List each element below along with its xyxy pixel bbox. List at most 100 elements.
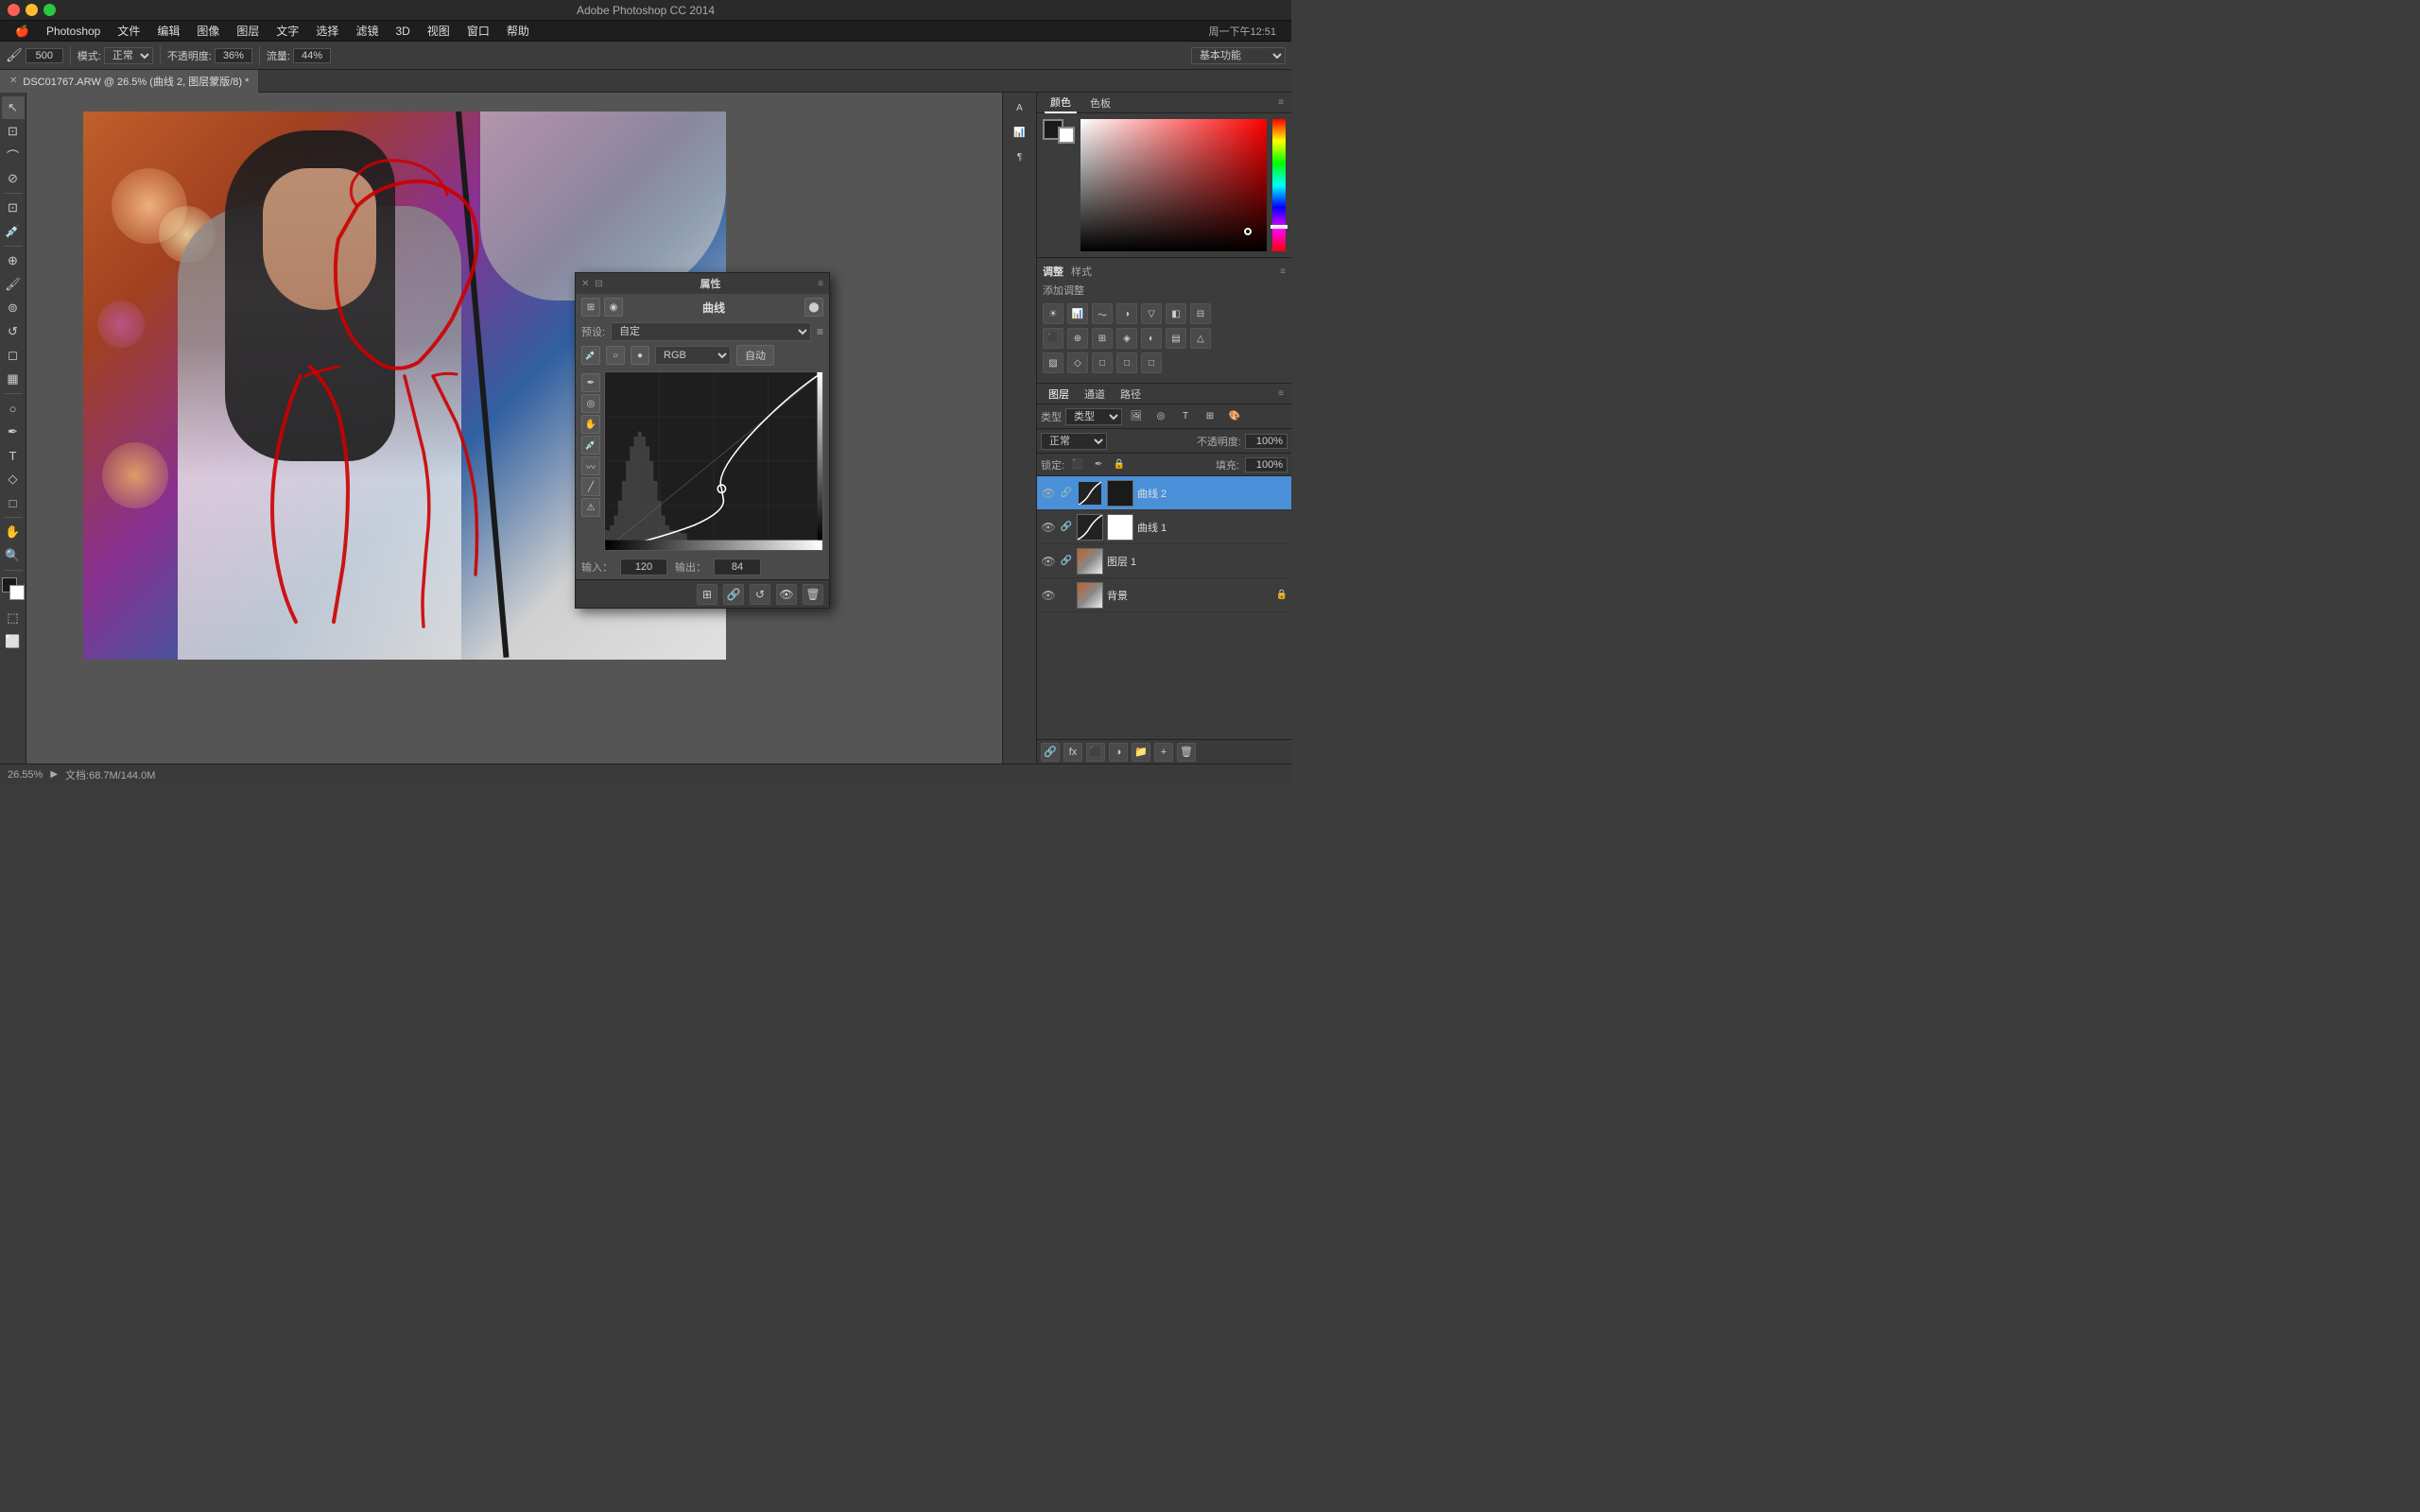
eraser-tool[interactable]: ◻	[2, 344, 25, 367]
dialog-options-icon[interactable]: ≡	[818, 279, 823, 289]
dialog-close-icon[interactable]: ✕	[581, 279, 589, 289]
adj-icon-extra2[interactable]: □	[1116, 352, 1137, 373]
zoom-info-icon[interactable]: ▶	[50, 769, 58, 780]
menu-image[interactable]: 图像	[189, 21, 227, 41]
curves-adj-icon[interactable]: 〜	[1092, 303, 1113, 324]
menu-select[interactable]: 选择	[308, 21, 346, 41]
quick-select-tool[interactable]: ⊘	[2, 167, 25, 190]
bw-adj-icon[interactable]: ⬛	[1043, 328, 1063, 349]
layer-visibility-curves2[interactable]: 👁	[1041, 486, 1056, 501]
filter-icon-5[interactable]: 🎨	[1224, 406, 1245, 427]
maximize-button[interactable]	[43, 4, 56, 16]
zoom-tool[interactable]: 🔍	[2, 544, 25, 567]
input-value[interactable]: 120	[620, 558, 667, 576]
menu-photoshop[interactable]: Photoshop	[39, 23, 108, 40]
exposure-adj-icon[interactable]: ◑	[1116, 303, 1137, 324]
curves-option1[interactable]: ⬤	[804, 298, 823, 317]
opacity-input[interactable]: 100%	[1245, 434, 1288, 449]
lock-position-icon[interactable]: ✒	[1091, 457, 1106, 472]
delete-layer-btn[interactable]: 🗑	[1177, 743, 1196, 762]
heal-tool[interactable]: ⊕	[2, 249, 25, 272]
brightness-adj-icon[interactable]: ☀	[1043, 303, 1063, 324]
invert-adj-icon[interactable]: ◐	[1141, 328, 1162, 349]
new-adj-layer-btn[interactable]: ◑	[1109, 743, 1128, 762]
curves-graph[interactable]	[604, 371, 823, 551]
workspace-select[interactable]: 基本功能	[1191, 47, 1286, 64]
layer-visibility-curves1[interactable]: 👁	[1041, 520, 1056, 535]
layer-item-layer1[interactable]: 👁 🔗 图层 1	[1037, 544, 1291, 578]
blend-mode-select[interactable]: 正常	[1041, 433, 1107, 450]
color-panel-options[interactable]: ≡	[1278, 97, 1284, 108]
menu-view[interactable]: 视图	[420, 21, 458, 41]
preset-options-icon[interactable]: ≡	[817, 325, 823, 338]
channel-black-eyedropper-icon[interactable]: ●	[631, 346, 649, 365]
fill-input[interactable]: 100%	[1245, 457, 1288, 472]
flow-input[interactable]: 44%	[293, 48, 331, 63]
brush-tool[interactable]: 🖌	[2, 273, 25, 296]
color-fg-bg-swatches[interactable]	[1043, 119, 1075, 251]
adj-options-icon[interactable]: ≡	[1280, 266, 1286, 277]
menu-3d[interactable]: 3D	[388, 23, 417, 40]
curves-dialog-titlebar[interactable]: ✕ ⊟ 属性 ≡	[576, 273, 829, 294]
adj-tab-active[interactable]: 调整	[1043, 264, 1063, 279]
preset-select[interactable]: 自定	[611, 322, 811, 341]
marquee-tool[interactable]: ⊡	[2, 120, 25, 143]
paths-tab[interactable]: 路径	[1116, 385, 1145, 404]
levels-adj-icon[interactable]: 📊	[1067, 303, 1088, 324]
channelmixer-adj-icon[interactable]: ⊞	[1092, 328, 1113, 349]
clone-tool[interactable]: ⊚	[2, 297, 25, 319]
lock-pixels-icon[interactable]: ⬛	[1070, 457, 1085, 472]
move-tool[interactable]: ↖	[2, 96, 25, 119]
curves-line-tool[interactable]: ╱	[581, 477, 600, 496]
filter-type-select[interactable]: 类型	[1065, 408, 1122, 425]
new-group-btn[interactable]: 📁	[1132, 743, 1150, 762]
curves-smooth-tool[interactable]: 〰	[581, 456, 600, 475]
text-tool[interactable]: T	[2, 444, 25, 467]
lasso-tool[interactable]: ⌒	[2, 144, 25, 166]
vibrance-adj-icon[interactable]: ▽	[1141, 303, 1162, 324]
color-tab[interactable]: 颜色	[1045, 93, 1077, 113]
posterize-adj-icon[interactable]: ▤	[1166, 328, 1186, 349]
adj-icon-extra3[interactable]: □	[1141, 352, 1162, 373]
menu-edit[interactable]: 编辑	[149, 21, 187, 41]
photofilter-adj-icon[interactable]: ⊕	[1067, 328, 1088, 349]
curves-pencil-tool[interactable]: ✒	[581, 373, 600, 392]
hand-tool[interactable]: ✋	[2, 521, 25, 543]
channels-tab[interactable]: 通道	[1080, 385, 1109, 404]
dialog-expand-icon[interactable]: ⊟	[595, 279, 602, 289]
color-panel-header[interactable]: 颜色 色板 ≡	[1037, 93, 1291, 113]
new-layer-btn[interactable]: +	[1154, 743, 1173, 762]
screen-mode-tool[interactable]: ⬜	[2, 630, 25, 653]
path-tool[interactable]: ◇	[2, 468, 25, 490]
background-swatch[interactable]	[1058, 127, 1075, 144]
quick-mask-tool[interactable]: ⬚	[2, 607, 25, 629]
window-controls[interactable]	[8, 4, 56, 16]
dodge-tool[interactable]: ○	[2, 397, 25, 420]
menu-window[interactable]: 窗口	[459, 21, 497, 41]
canvas-area[interactable]: ✕ ⊟ 属性 ≡ ⊞ ◉ 曲线 ⬤ 预设	[26, 93, 1002, 764]
opacity-input[interactable]: 36%	[215, 48, 252, 63]
curves-add-btn[interactable]: ⊞	[697, 584, 717, 605]
layer-visibility-bg[interactable]: 👁	[1041, 588, 1056, 603]
panel-icon-1[interactable]: A	[1009, 96, 1031, 119]
lock-all-icon[interactable]: 🔒	[1112, 457, 1127, 472]
auto-button[interactable]: 自动	[736, 345, 774, 366]
filter-icon-2[interactable]: ◎	[1150, 406, 1171, 427]
curves-delete-btn[interactable]: 🗑	[803, 584, 823, 605]
output-value[interactable]: 84	[714, 558, 761, 576]
layer-link-curves1[interactable]: 🔗	[1060, 521, 1073, 534]
layer-link-layer1[interactable]: 🔗	[1060, 555, 1073, 568]
colorlookup-adj-icon[interactable]: ◈	[1116, 328, 1137, 349]
curves-reset-btn[interactable]: ↺	[750, 584, 770, 605]
curves-eyedropper-tool[interactable]: 💉	[581, 436, 600, 455]
color-hue-slider[interactable]	[1272, 119, 1286, 251]
layers-tab[interactable]: 图层	[1045, 385, 1073, 404]
menu-apple[interactable]: 🍎	[8, 23, 37, 40]
menu-layer[interactable]: 图层	[229, 21, 267, 41]
brush-size-input[interactable]: 500	[26, 48, 63, 63]
curves-type-icon[interactable]: ⊞	[581, 298, 600, 317]
channel-select[interactable]: RGB	[655, 346, 731, 365]
curves-warning-tool[interactable]: ⚠	[581, 498, 600, 517]
curves-eye-icon[interactable]: ◉	[604, 298, 623, 317]
menu-help[interactable]: 帮助	[499, 21, 537, 41]
